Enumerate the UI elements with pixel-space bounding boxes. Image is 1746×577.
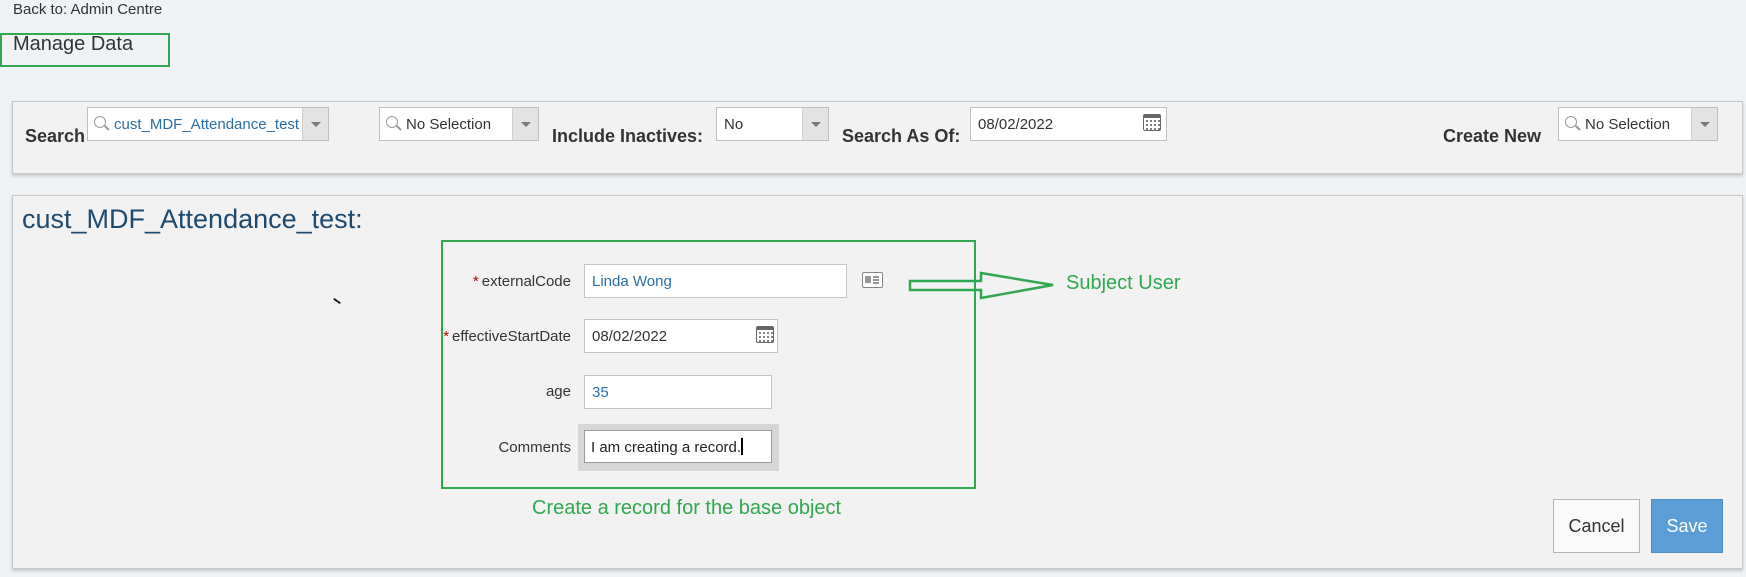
search-as-of-value: 08/02/2022 [978,116,1054,133]
object-search-value: cust_MDF_Attendance_test [114,116,300,133]
annotation-subject-user: Subject User [1066,272,1181,294]
object-title: cust_MDF_Attendance_test: [22,204,363,234]
chevron-down-icon[interactable] [302,108,328,140]
annotation-box-title [0,33,170,67]
annotation-box-form [441,240,976,489]
search-bar: Search cust_MDF_Attendance_test No Selec… [12,101,1743,174]
chevron-down-icon[interactable] [512,108,538,140]
annotation-arrow [908,271,1054,300]
include-inactives-label: Include Inactives: [552,126,704,146]
search-as-of-label: Search As Of: [842,126,961,146]
cancel-button[interactable]: Cancel [1553,499,1640,553]
annotation-create-record: Create a record for the base object [532,497,842,519]
search-icon [94,116,106,128]
search-icon [386,116,398,128]
create-new-combo[interactable]: No Selection [1558,107,1718,141]
search-as-of-date-input[interactable]: 08/02/2022 [970,107,1167,141]
object-search-combo[interactable]: cust_MDF_Attendance_test [87,107,329,141]
chevron-down-icon[interactable] [802,108,828,140]
calendar-icon[interactable] [1143,114,1161,131]
back-link[interactable]: Back to: Admin Centre [13,1,162,18]
save-button[interactable]: Save [1651,499,1723,553]
include-inactives-value: No [724,116,744,133]
search-icon [1565,116,1577,128]
record-search-value: No Selection [406,116,492,133]
record-search-combo[interactable]: No Selection [379,107,539,141]
include-inactives-select[interactable]: No [716,107,829,141]
create-new-label: Create New [1443,126,1542,146]
chevron-down-icon[interactable] [1691,108,1717,140]
create-new-value: No Selection [1585,116,1671,133]
search-label: Search [25,126,86,146]
